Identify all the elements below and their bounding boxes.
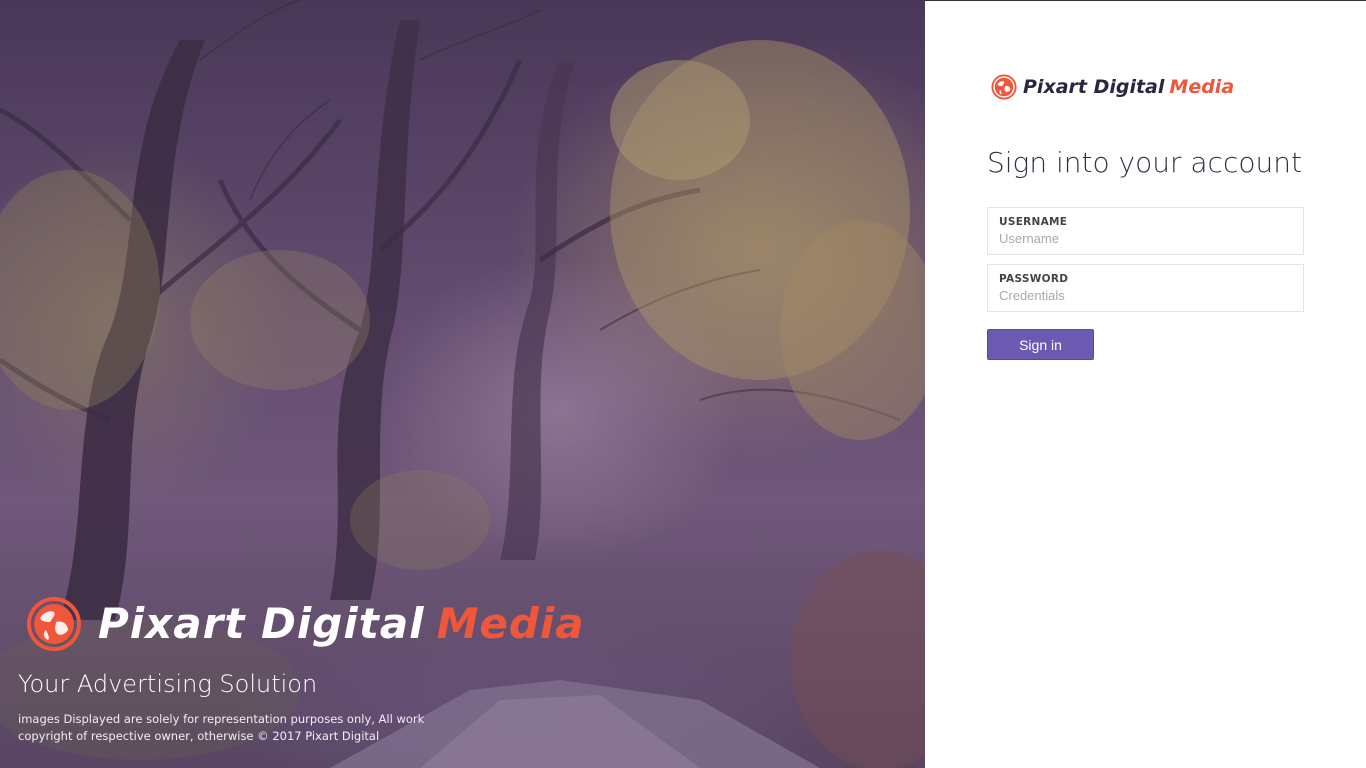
hero-tagline: Your Advertising Solution [18,670,318,698]
globe-icon [991,74,1017,100]
panel-brand-accent: Media [1169,76,1235,98]
hero-brand-name: Pixart Digital [98,599,425,648]
page-title: Sign into your account [987,146,1302,179]
login-panel: Pixart Digital Media Sign into your acco… [925,0,1366,768]
panel-brand-name: Pixart Digital [1023,76,1165,98]
sign-in-button[interactable]: Sign in [987,329,1094,360]
panel-brand-logo: Pixart Digital Media [991,74,1234,100]
forest-path-illustration [0,0,925,768]
hero-disclaimer: images Displayed are solely for represen… [18,712,425,743]
globe-icon [27,597,81,651]
username-label: USERNAME [999,216,1068,228]
login-page: Pixart Digital Media Your Advertising So… [0,0,1366,768]
username-input[interactable] [999,231,1289,246]
hero-brand-logo: Pixart Digital Media [26,596,585,652]
username-field[interactable]: USERNAME [987,207,1304,255]
password-input[interactable] [999,288,1289,303]
password-label: PASSWORD [999,273,1069,285]
hero-background-image: Pixart Digital Media Your Advertising So… [0,0,925,768]
hero-brand-accent: Media [436,599,585,648]
password-field[interactable]: PASSWORD [987,264,1304,312]
